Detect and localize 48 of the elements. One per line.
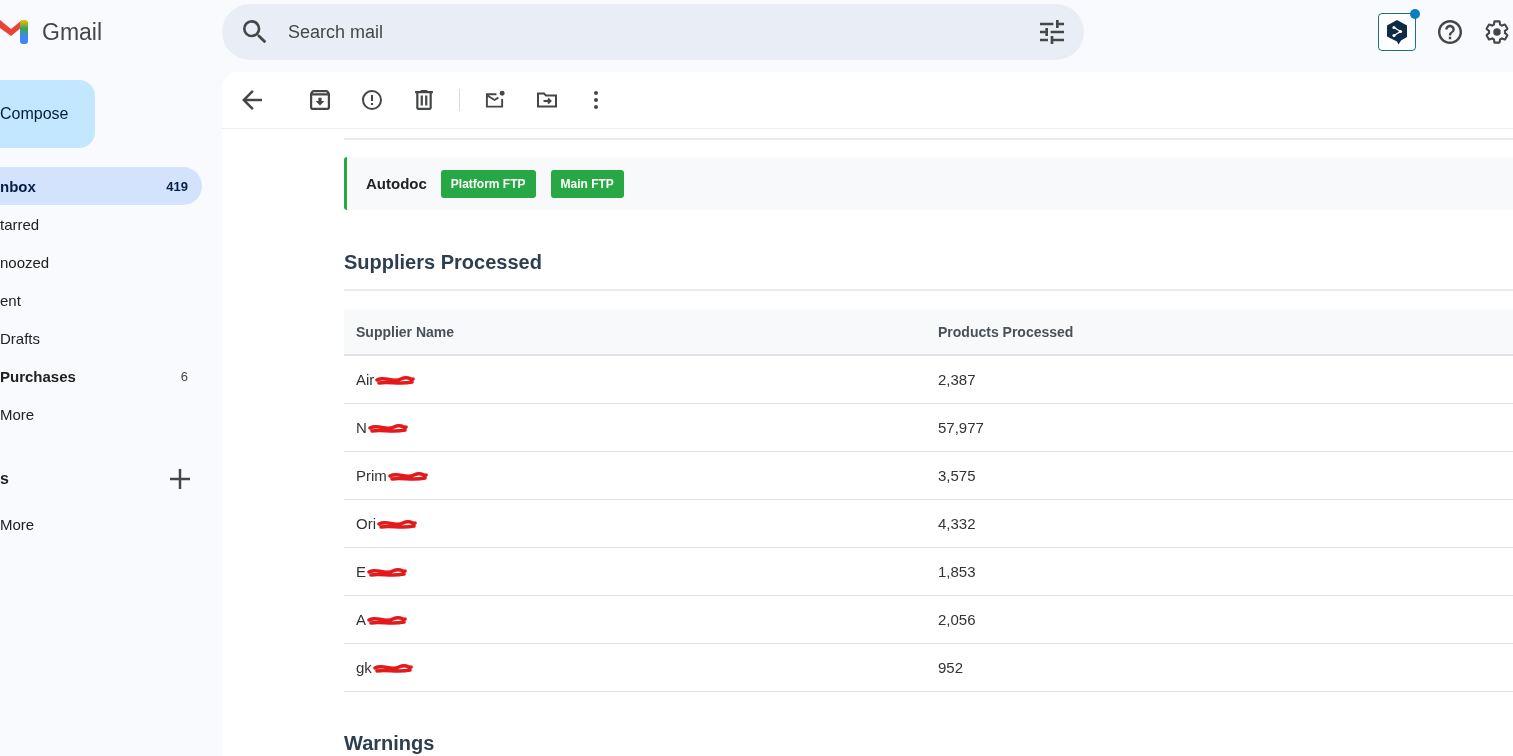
product-count: 3,575 xyxy=(938,467,976,484)
nav-item[interactable]: Purchases 6 xyxy=(0,357,202,395)
product-count: 2,056 xyxy=(938,611,976,628)
archive-icon[interactable] xyxy=(310,90,330,110)
nav-item[interactable]: tarred xyxy=(0,205,202,243)
sliders-icon[interactable] xyxy=(1040,20,1064,44)
folder-arrow-icon[interactable] xyxy=(537,90,557,110)
supplier-name: N xyxy=(356,419,367,436)
supplier-name: Air xyxy=(356,371,375,388)
section-heading: Warnings xyxy=(344,732,436,754)
search-input[interactable]: Search mail xyxy=(288,18,1040,46)
product-count: 4,332 xyxy=(938,515,976,532)
supplier-name: gk xyxy=(356,659,372,676)
app-name: Gmail xyxy=(42,18,103,46)
nav-item[interactable]: More xyxy=(0,395,202,433)
nav-item[interactable]: noozed xyxy=(0,243,202,281)
source-name: Autodoc xyxy=(366,175,427,192)
column-header: Supplier Name xyxy=(356,323,455,340)
section-heading: Suppliers Processed xyxy=(344,250,1513,291)
section-title: s xyxy=(0,470,9,488)
product-count: 952 xyxy=(938,659,964,676)
nav-item[interactable]: More xyxy=(0,505,202,543)
compose-button[interactable]: Compose xyxy=(0,80,95,148)
unread-count: 419 xyxy=(166,178,188,194)
help-icon[interactable] xyxy=(1438,20,1462,44)
product-count: 2,387 xyxy=(938,371,976,388)
plus-icon[interactable] xyxy=(170,469,190,489)
search-field[interactable]: Search mail xyxy=(222,4,1084,60)
back-arrow-icon[interactable] xyxy=(242,90,262,110)
status-tag: Main FTP xyxy=(550,169,624,198)
envelope-dot-icon[interactable] xyxy=(485,90,505,110)
trash-icon[interactable] xyxy=(414,90,434,110)
status-tag: Platform FTP xyxy=(440,169,536,198)
logo-icon xyxy=(0,19,28,45)
search-icon[interactable] xyxy=(243,20,267,44)
column-header: Products Processed xyxy=(938,323,1074,340)
supplier-name: Ori xyxy=(356,515,376,532)
supplier-name: E xyxy=(356,563,366,580)
unread-count: 6 xyxy=(180,368,188,384)
supplier-name: A xyxy=(356,611,366,628)
supplier-name: Prim xyxy=(356,467,387,484)
product-count: 57,977 xyxy=(938,419,984,436)
nav-item[interactable]: Drafts xyxy=(0,319,202,357)
product-count: 1,853 xyxy=(938,563,976,580)
nav-item[interactable]: ent xyxy=(0,281,202,319)
settings-icon[interactable] xyxy=(1485,20,1509,44)
nav-item[interactable]: nbox 419 xyxy=(0,167,202,205)
chat-hexagon-icon xyxy=(1386,19,1408,45)
